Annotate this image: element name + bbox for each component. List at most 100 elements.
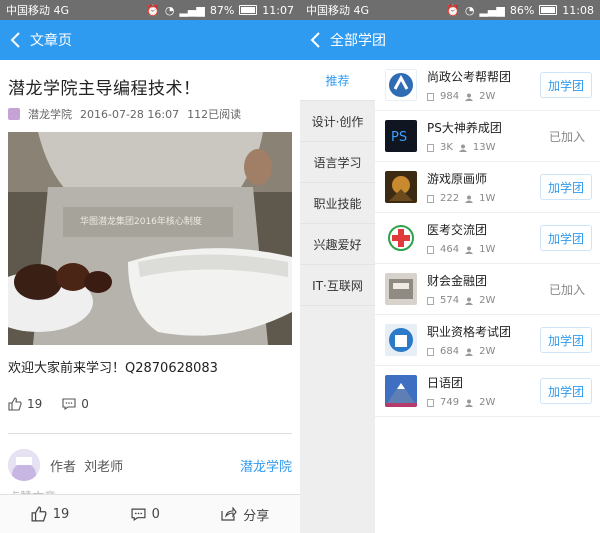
member-icon (465, 93, 474, 101)
group-item[interactable]: PS PS大神养成团 3K 13W 已加入 (375, 111, 600, 162)
game-art-icon (385, 171, 417, 203)
ps-logo-icon: PS (385, 120, 417, 152)
clock: 11:08 (562, 3, 594, 17)
group-name: 游戏原画师 (427, 172, 488, 186)
group-item[interactable]: 尚政公考帮帮团 984 2W 加学团 (375, 60, 600, 111)
battery-icon (239, 5, 258, 15)
post-count-icon (427, 245, 434, 254)
finance-icon (385, 273, 417, 305)
group-stats: 222 1W (427, 193, 540, 204)
member-icon (465, 348, 474, 356)
article-stats: 19 0 (0, 388, 300, 420)
author-name[interactable]: 潜龙学院 (28, 106, 72, 122)
comment-stat[interactable]: 0 (62, 397, 89, 411)
author-row: 作者 刘老师 潜龙学院 (0, 447, 300, 483)
category-item[interactable]: 兴趣爱好 (300, 224, 375, 265)
member-icon (458, 144, 467, 152)
group-stats: 684 2W (427, 346, 540, 357)
member-count: 1W (479, 193, 496, 204)
publish-date: 2016-07-28 16:07 (80, 107, 180, 121)
svg-text:PS: PS (391, 130, 407, 145)
group-name: 财会金融团 (427, 274, 488, 288)
like-stat[interactable]: 19 (8, 397, 42, 411)
comment-button-count: 0 (151, 506, 160, 522)
group-stats: 464 1W (427, 244, 540, 255)
share-button[interactable]: 分享 (221, 505, 269, 524)
like-count: 19 (27, 397, 43, 411)
chevron-left-icon (10, 32, 20, 48)
battery-icon (539, 5, 558, 15)
joined-label: 已加入 (548, 129, 585, 144)
post-count: 3K (440, 142, 453, 153)
back-button[interactable] (300, 31, 330, 49)
post-count: 574 (440, 295, 460, 306)
member-count: 13W (472, 142, 496, 153)
group-item[interactable]: 医考交流团 464 1W 加学团 (375, 213, 600, 264)
carrier-label: 中国移动 4G (6, 4, 70, 17)
battery-percent: 86% (509, 3, 535, 17)
member-count: 2W (479, 295, 496, 306)
comment-count: 0 (81, 397, 89, 411)
category-item[interactable]: 设计·创作 (300, 101, 375, 142)
group-stats: 574 2W (427, 295, 542, 306)
group-item[interactable]: 游戏原画师 222 1W 加学团 (375, 162, 600, 213)
join-group-button[interactable]: 加学团 (540, 327, 592, 353)
medical-cross-icon (385, 222, 417, 254)
author-prefix: 作者 (50, 459, 77, 475)
status-bar: 中国移动 4G ⏰ ◔ ▂▄▆ 86% 11:08 (300, 0, 600, 20)
author-avatar[interactable] (8, 449, 40, 481)
page-title: 文章页 (30, 33, 72, 49)
wifi-icon: ◔ (464, 3, 475, 17)
post-count: 222 (440, 193, 460, 204)
shangzheng-logo-icon (385, 69, 417, 101)
chevron-left-icon (310, 32, 320, 48)
post-count-icon (427, 194, 434, 203)
like-button[interactable]: 19 (31, 506, 69, 522)
back-button[interactable] (0, 31, 30, 49)
join-group-button[interactable]: 加学团 (540, 225, 592, 251)
nav-bar: 全部学团 (300, 20, 600, 60)
category-item[interactable]: IT·互联网 (300, 265, 375, 306)
post-count-icon (427, 347, 434, 356)
group-stats: 749 2W (427, 397, 540, 408)
category-item[interactable]: 职业技能 (300, 183, 375, 224)
group-name: PS大神养成团 (427, 121, 502, 135)
author-teacher: 刘老师 (84, 459, 124, 475)
join-group-button[interactable]: 加学团 (540, 72, 592, 98)
category-item[interactable]: 语言学习 (300, 142, 375, 183)
alarm-icon: ⏰ (146, 3, 160, 17)
exam-icon (385, 324, 417, 356)
author-avatar-small[interactable] (8, 108, 20, 120)
alarm-icon: ⏰ (446, 3, 460, 17)
post-count-icon (427, 398, 434, 407)
group-item[interactable]: 日语团 749 2W 加学团 (375, 366, 600, 417)
group-item[interactable]: 财会金融团 574 2W 已加入 (375, 264, 600, 315)
thumbs-up-icon (8, 397, 22, 411)
author-link[interactable]: 潜龙学院 (240, 456, 292, 475)
joined-label: 已加入 (548, 282, 585, 297)
comment-button[interactable]: 0 (131, 507, 160, 522)
group-name: 职业资格考试团 (427, 325, 512, 339)
article-meta: 潜龙学院 2016-07-28 16:07 112已阅读 (0, 105, 300, 123)
group-item[interactable]: 职业资格考试团 684 2W 加学团 (375, 315, 600, 366)
article-title: 潜龙学院主导编程技术！ (8, 79, 201, 99)
post-count-icon (427, 92, 434, 101)
groups-screen: 中国移动 4G ⏰ ◔ ▂▄▆ 86% 11:08 全部学团 推荐 设计·创作 语言… (300, 0, 600, 533)
member-icon (465, 195, 474, 203)
comment-icon (131, 508, 146, 521)
signal-icon: ▂▄▆ (179, 3, 205, 17)
post-count: 749 (440, 397, 460, 408)
read-count: 112已阅读 (187, 108, 242, 121)
member-icon (465, 297, 474, 305)
post-count: 984 (440, 91, 460, 102)
nav-bar: 文章页 (0, 20, 300, 60)
join-group-button[interactable]: 加学团 (540, 378, 592, 404)
page-title: 全部学团 (330, 33, 386, 49)
article-screen: 中国移动 4G ⏰ ◔ ▂▄▆ 87% 11:07 文章页 潜龙学院主导编程技术… (0, 0, 300, 533)
join-group-button[interactable]: 加学团 (540, 174, 592, 200)
category-item[interactable]: 推荐 (300, 60, 375, 101)
member-icon (465, 246, 474, 254)
article-photo[interactable]: 华图潜龙集团2016年核心制度 (8, 132, 292, 345)
member-icon (465, 399, 474, 407)
bottom-action-bar: 19 0 分享 (0, 494, 300, 533)
